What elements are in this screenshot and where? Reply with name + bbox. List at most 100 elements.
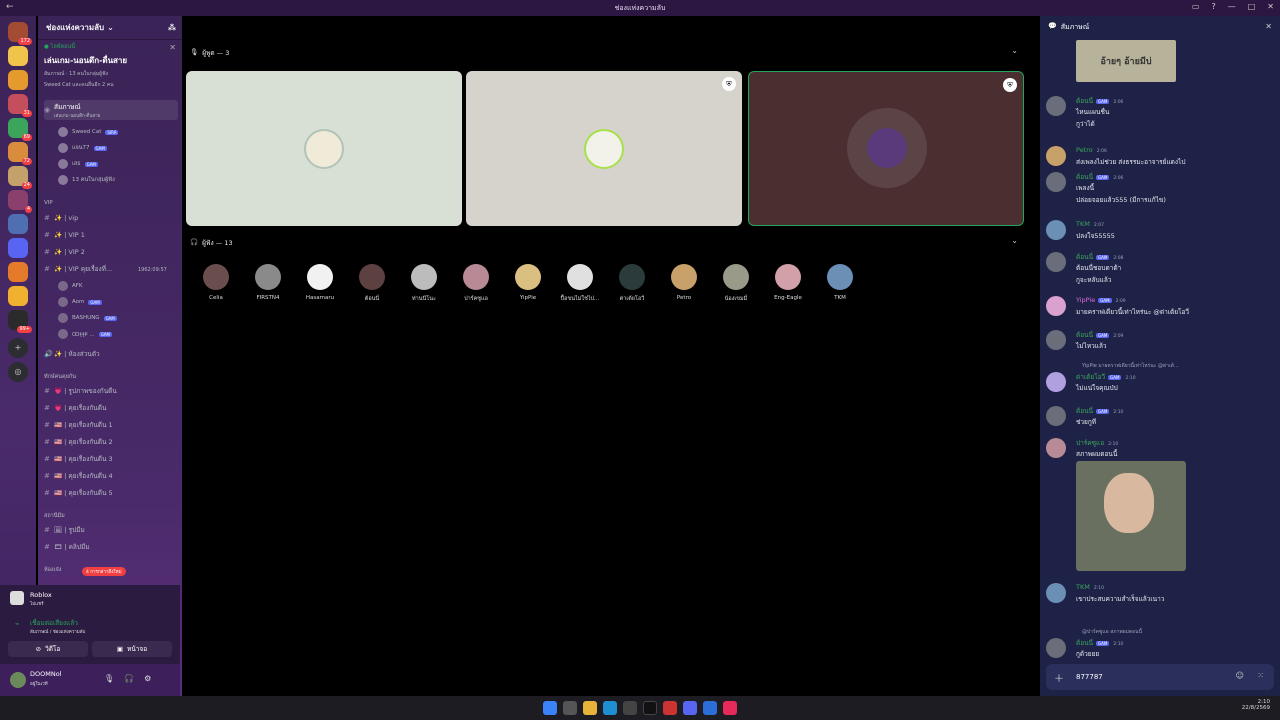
listener-tile[interactable]: Petro: [659, 264, 709, 301]
channel-item[interactable]: # 🇺🇸 | คุยเรื่องกันดีน 4: [44, 469, 178, 483]
message-input[interactable]: 877787: [1076, 673, 1103, 681]
channel-item[interactable]: # 💗 | รูปภาพของกันดีน: [44, 384, 178, 398]
server-icon[interactable]: 4: [8, 190, 32, 213]
close-button[interactable]: ✕: [1267, 2, 1274, 11]
category-4[interactable]: ห้องเจ๋ง: [44, 566, 61, 574]
category-3[interactable]: สถานีมีม: [44, 512, 65, 520]
add-member-icon[interactable]: ⁂: [168, 23, 176, 32]
server-icon[interactable]: [8, 286, 28, 306]
avatar[interactable]: [1046, 146, 1066, 166]
channel-item[interactable]: # 🇺🇸 | คุยเรื่องกันดีน 5: [44, 486, 178, 500]
headset-icon[interactable]: 🎧: [124, 674, 134, 683]
chevron-down-icon[interactable]: ⌄: [1011, 236, 1018, 245]
listener-tile[interactable]: ต่าเต้ยโอวี: [607, 264, 657, 303]
stage-member[interactable]: Sweed Cat SIRA: [58, 126, 119, 138]
store-icon[interactable]: [623, 701, 637, 715]
channel-item[interactable]: # 🇺🇸 | คุยเรื่องกันดีน 3: [44, 452, 178, 466]
system-clock[interactable]: 2:10 22/8/2569: [1242, 699, 1270, 711]
listener-tile[interactable]: Celia: [191, 264, 241, 301]
channel-item[interactable]: # ✨ | VIP 2: [44, 245, 178, 259]
listener-tile[interactable]: TKM: [815, 264, 865, 301]
voice-member[interactable]: BASHUNG GAM: [58, 312, 117, 324]
speaker-tile[interactable]: ⛨: [466, 71, 742, 226]
avatar[interactable]: [1046, 438, 1066, 458]
apps-icon[interactable]: ⁙: [1257, 671, 1264, 680]
gear-icon[interactable]: ⚙: [144, 674, 151, 683]
avatar[interactable]: [1046, 252, 1066, 272]
channel-item[interactable]: # 💗 | คุยเรื่องกันดีน: [44, 401, 178, 415]
avatar[interactable]: [1046, 330, 1066, 350]
avatar[interactable]: [1046, 406, 1066, 426]
speaker-tile-active[interactable]: ⛨: [748, 71, 1024, 226]
minimize-button[interactable]: —: [1228, 2, 1236, 11]
voice-member[interactable]: ꝎꞎꞎꞘ ... GAM: [58, 328, 112, 340]
listener-tile[interactable]: ต้อนนี่: [347, 264, 397, 303]
author-name[interactable]: TKM: [1076, 583, 1090, 591]
speaker-tile[interactable]: [186, 71, 462, 226]
search-icon[interactable]: [563, 701, 577, 715]
listener-tile[interactable]: ปาร์คซูแอ: [451, 264, 501, 303]
stage-channel[interactable]: ◉ สัมภาษณ์ เล่นเกม-นอนดึก-ตื่นสาย: [44, 100, 178, 120]
avatar[interactable]: [1046, 296, 1066, 316]
listener-tile[interactable]: Eng-Eagle: [763, 264, 813, 301]
server-icon[interactable]: [8, 214, 28, 234]
author-name[interactable]: ต้อนนี่: [1076, 173, 1093, 181]
inbox-icon[interactable]: ▭: [1192, 2, 1200, 11]
listener-tile[interactable]: Hasamaru: [295, 264, 345, 301]
close-icon[interactable]: ✕: [1265, 22, 1272, 31]
server-icon[interactable]: [8, 70, 28, 90]
avatar[interactable]: [1046, 96, 1066, 116]
avatar[interactable]: [1046, 638, 1066, 658]
discover-icon[interactable]: ◎: [8, 362, 28, 382]
speakers-header[interactable]: 🎙 ผู้พูด — 3: [190, 48, 229, 58]
listeners-header[interactable]: 🎧 ผู้ฟัง — 13: [190, 238, 233, 248]
author-name[interactable]: Petro: [1076, 146, 1093, 154]
reply-preview[interactable]: @ปาร์คซูแอ สภาพผมตอนนี้: [1082, 628, 1142, 636]
avatar[interactable]: [1046, 220, 1066, 240]
voice-member[interactable]: Aom GAM: [58, 296, 102, 308]
emoji-icon[interactable]: ☺: [1236, 671, 1244, 680]
mic-icon[interactable]: 🎙: [104, 674, 114, 683]
channel-item[interactable]: # ✨ | vip: [44, 211, 178, 225]
listener-tile[interactable]: ปื้อขนไม่ใช่ไป...: [555, 264, 605, 303]
server-icon[interactable]: 24: [8, 166, 32, 189]
back-arrow-icon[interactable]: ←: [6, 2, 14, 12]
author-name[interactable]: ต้อนนี่: [1076, 253, 1093, 261]
server-icon[interactable]: [8, 238, 28, 258]
avatar[interactable]: [10, 672, 26, 688]
author-name[interactable]: ต้อนนี่: [1076, 639, 1093, 647]
reply-preview[interactable]: YipPie มายคราฟเดียวนี้เท่าไหร่นะ @ต่าเต้…: [1082, 362, 1179, 370]
server-icon[interactable]: 172: [8, 22, 32, 45]
server-icon[interactable]: [8, 262, 28, 282]
category-2[interactable]: ทักษ์คนคุยกัน: [44, 373, 76, 381]
avatar[interactable]: [1046, 172, 1066, 192]
server-icon[interactable]: 99+: [8, 310, 32, 333]
author-name[interactable]: ต่าเต้ยโอวี: [1076, 373, 1105, 381]
channel-item[interactable]: # 🎞 | คลิปมีม: [44, 540, 178, 554]
stage-member[interactable]: 13 คนในกลุ่มผู้ฟัง: [58, 174, 115, 186]
listener-tile[interactable]: FIRSTN4: [243, 264, 293, 301]
voice-status[interactable]: เชื่อมต่อเสียงแล้ว: [30, 618, 78, 628]
author-name[interactable]: ต้อนนี่: [1076, 331, 1093, 339]
close-icon[interactable]: ✕: [169, 43, 176, 52]
add-attachment-icon[interactable]: ＋: [1054, 670, 1064, 685]
maximize-button[interactable]: □: [1248, 2, 1256, 11]
listener-tile[interactable]: น้องเขมมี่: [711, 264, 761, 303]
avatar[interactable]: [1046, 583, 1066, 603]
server-icon[interactable]: [8, 46, 28, 66]
edge-icon[interactable]: [603, 701, 617, 715]
voice-member[interactable]: AFK: [58, 280, 83, 292]
listener-tile[interactable]: YipPie: [503, 264, 553, 301]
add-server-icon[interactable]: +: [8, 338, 28, 358]
author-name[interactable]: ปาร์คซูแอ: [1076, 439, 1104, 447]
listener-tile[interactable]: ท่านนีโนะ: [399, 264, 449, 303]
start-icon[interactable]: [543, 701, 557, 715]
app-icon[interactable]: [703, 701, 717, 715]
channel-item[interactable]: # 🖼 | รูปมีม: [44, 523, 178, 537]
author-name[interactable]: ต้อนนี่: [1076, 407, 1093, 415]
meme-image[interactable]: [1076, 461, 1186, 571]
live-event-card[interactable]: ● ไลฟ์ตอนนี้ เล่นเกม-นอนดึก-ตื่นสาย สัมภ…: [44, 43, 178, 89]
mention-pill[interactable]: 4 การกล่าวถึงใหม่: [82, 567, 126, 576]
video-button[interactable]: ⊘ วิดีโอ: [8, 641, 88, 657]
channel-item[interactable]: # 🇺🇸 | คุยเรื่องกันดีน 1: [44, 418, 178, 432]
